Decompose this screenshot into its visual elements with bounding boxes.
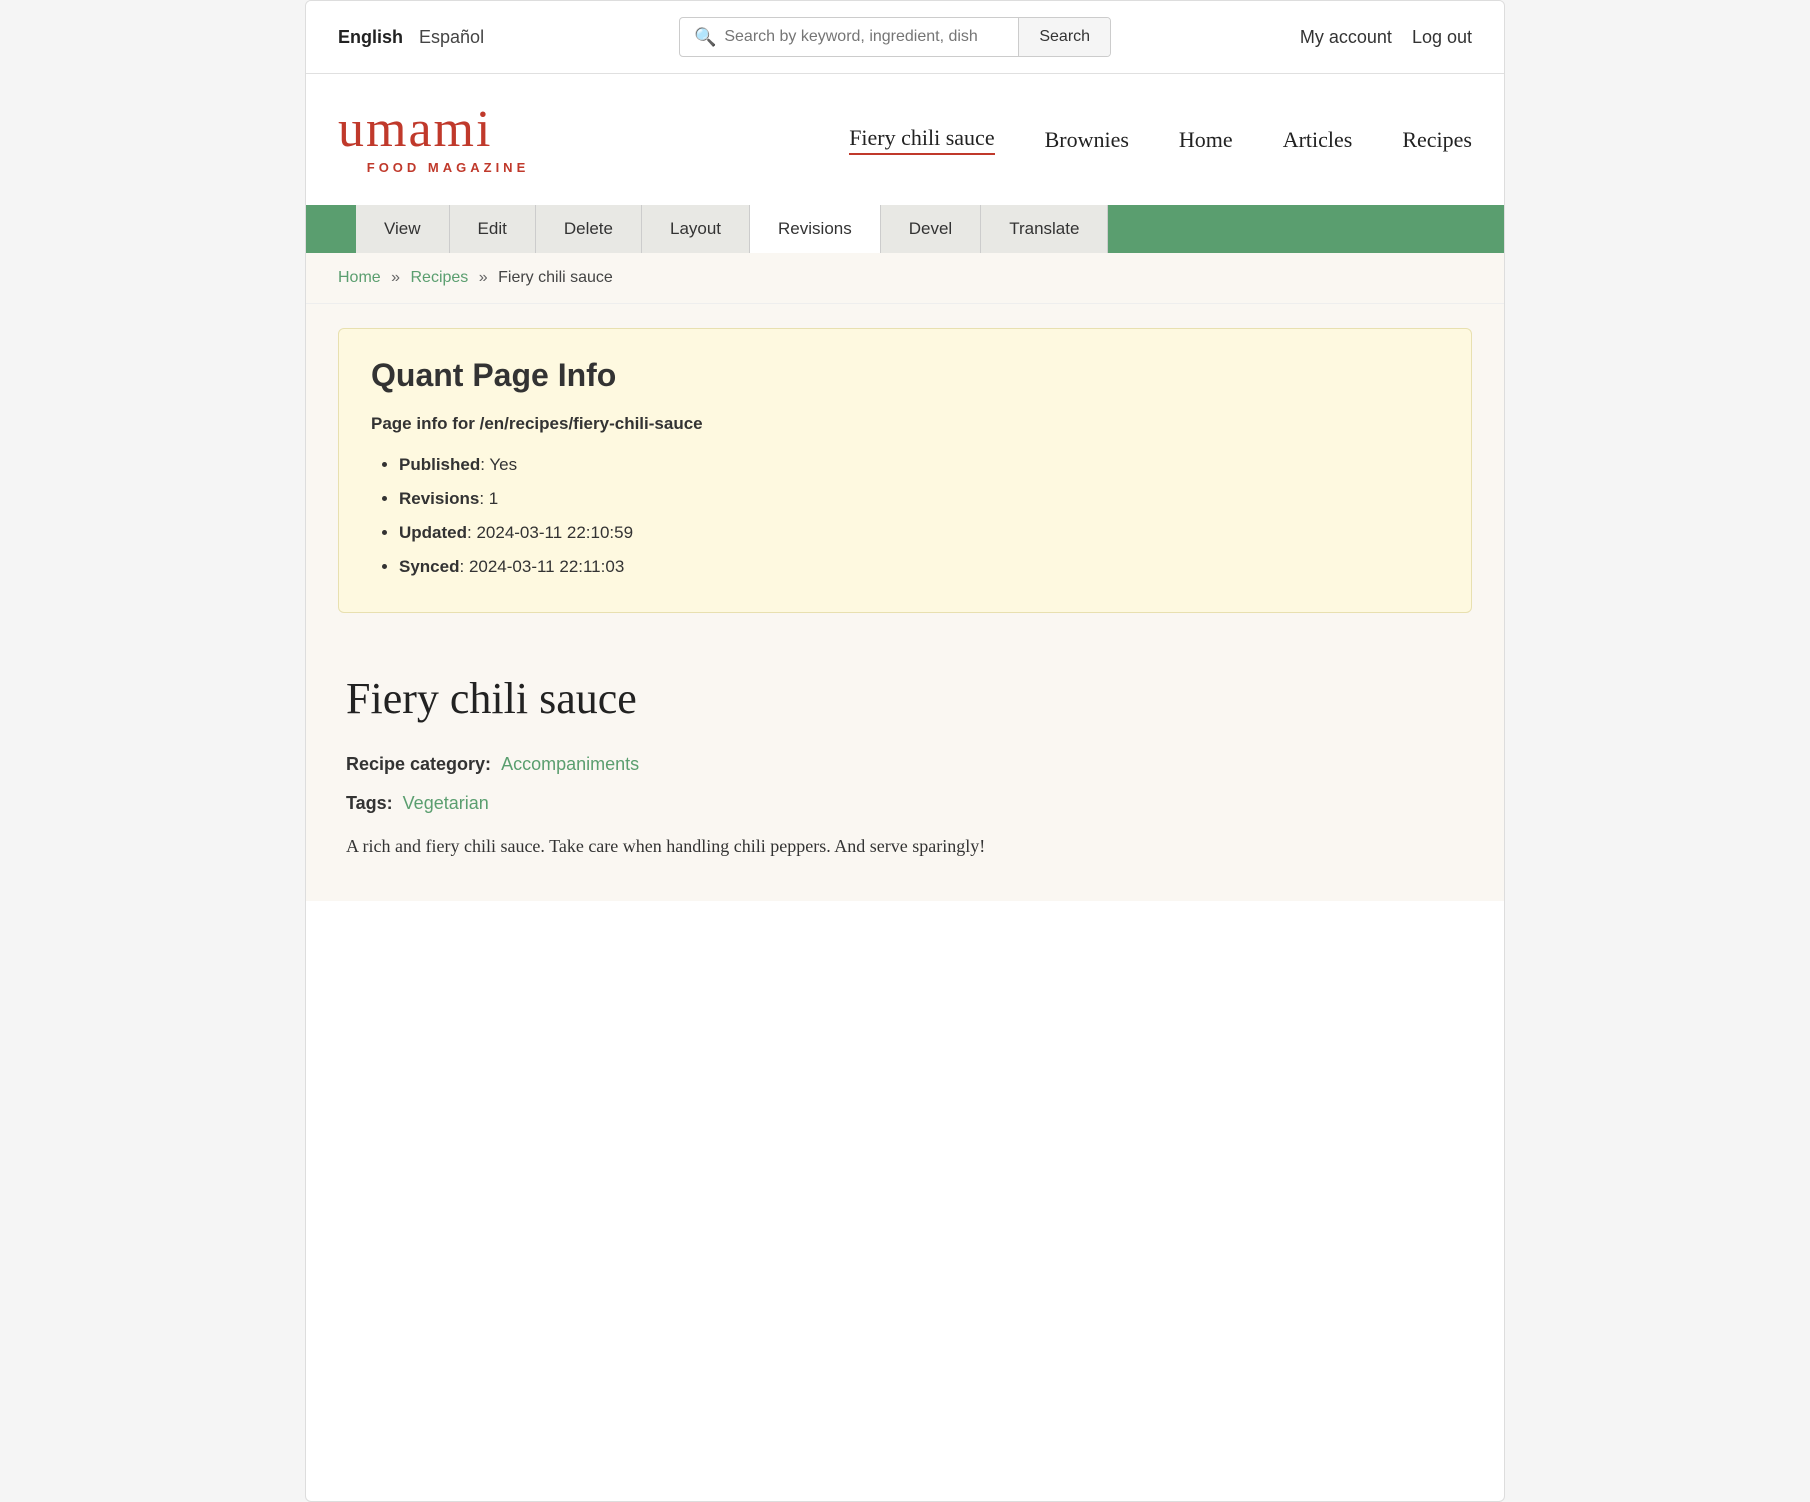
breadcrumb: Home » Recipes » Fiery chili sauce (338, 269, 1472, 287)
recipe-category-label: Recipe category: (346, 754, 491, 775)
admin-tabs-right-accent (1108, 205, 1504, 253)
admin-tab-devel[interactable]: Devel (881, 205, 981, 253)
search-button[interactable]: Search (1018, 18, 1110, 56)
page-info-revisions-label: Revisions (399, 489, 479, 508)
admin-tabs: View Edit Delete Layout Revisions Devel … (356, 205, 1108, 253)
my-account-link[interactable]: My account (1300, 27, 1392, 48)
logo-area[interactable]: umami FOOD MAGAZINE (338, 104, 558, 175)
logo-subtitle: FOOD MAGAZINE (338, 160, 558, 175)
page-info-list: Published: Yes Revisions: 1 Updated: 202… (371, 448, 1439, 584)
page-info-title: Quant Page Info (371, 357, 1439, 394)
page-info-revisions-value: 1 (489, 489, 498, 508)
search-input[interactable] (724, 28, 1004, 46)
breadcrumb-area: Home » Recipes » Fiery chili sauce (306, 253, 1504, 304)
search-form[interactable]: 🔍 Search (679, 17, 1111, 57)
page-info-updated-value: 2024-03-11 22:10:59 (476, 523, 633, 542)
page-info-box: Quant Page Info Page info for /en/recipe… (338, 328, 1472, 613)
logo-text: umami (338, 104, 558, 156)
language-switcher: English Español (338, 27, 518, 48)
breadcrumb-current: Fiery chili sauce (498, 269, 613, 286)
breadcrumb-sep-1: » (391, 269, 400, 286)
page-info-path: Page info for /en/recipes/fiery-chili-sa… (371, 414, 1439, 434)
recipe-category-link[interactable]: Accompaniments (501, 754, 639, 774)
recipe-tag-link[interactable]: Vegetarian (403, 793, 489, 813)
nav-item-home[interactable]: Home (1179, 127, 1233, 153)
admin-tab-layout[interactable]: Layout (642, 205, 750, 253)
recipe-category-value: Accompaniments (501, 754, 639, 775)
admin-tab-revisions[interactable]: Revisions (750, 205, 881, 253)
nav-item-brownies[interactable]: Brownies (1045, 127, 1129, 153)
admin-tabs-bar: View Edit Delete Layout Revisions Devel … (306, 205, 1504, 253)
search-icon: 🔍 (694, 27, 716, 48)
admin-tab-delete[interactable]: Delete (536, 205, 642, 253)
user-actions: My account Log out (1272, 27, 1472, 48)
recipe-tags-meta: Tags: Vegetarian (346, 793, 1464, 814)
admin-tab-translate[interactable]: Translate (981, 205, 1108, 253)
page-info-published-value: Yes (489, 455, 517, 474)
list-item: Published: Yes (399, 448, 1439, 482)
search-input-wrapper: 🔍 (680, 19, 1018, 56)
admin-tabs-left-accent (306, 205, 356, 253)
recipe-category-meta: Recipe category: Accompaniments (346, 754, 1464, 775)
page-info-synced-label: Synced (399, 557, 459, 576)
list-item: Updated: 2024-03-11 22:10:59 (399, 516, 1439, 550)
recipe-title: Fiery chili sauce (346, 673, 1464, 724)
admin-tab-edit[interactable]: Edit (450, 205, 536, 253)
breadcrumb-home[interactable]: Home (338, 269, 381, 286)
page-info-published-label: Published (399, 455, 480, 474)
list-item: Synced: 2024-03-11 22:11:03 (399, 550, 1439, 584)
breadcrumb-sep-2: » (479, 269, 488, 286)
page-info-updated-label: Updated (399, 523, 467, 542)
list-item: Revisions: 1 (399, 482, 1439, 516)
top-bar: English Español 🔍 Search My account Log … (306, 1, 1504, 74)
recipe-content: Fiery chili sauce Recipe category: Accom… (338, 653, 1472, 861)
page-info-synced-value: 2024-03-11 22:11:03 (469, 557, 624, 576)
recipe-description: A rich and fiery chili sauce. Take care … (346, 832, 1464, 861)
site-header: umami FOOD MAGAZINE Fiery chili sauce Br… (306, 74, 1504, 205)
breadcrumb-recipes[interactable]: Recipes (411, 269, 469, 286)
recipe-tags-label: Tags: (346, 793, 393, 814)
main-content: Quant Page Info Page info for /en/recipe… (306, 304, 1504, 901)
log-out-link[interactable]: Log out (1412, 27, 1472, 48)
admin-tab-view[interactable]: View (356, 205, 450, 253)
recipe-tags-value: Vegetarian (403, 793, 489, 814)
nav-item-fiery-chili-sauce[interactable]: Fiery chili sauce (849, 125, 994, 155)
lang-english[interactable]: English (338, 27, 403, 48)
nav-item-recipes[interactable]: Recipes (1402, 127, 1472, 153)
lang-espanol[interactable]: Español (419, 27, 484, 48)
search-area: 🔍 Search (538, 17, 1252, 57)
main-nav: Fiery chili sauce Brownies Home Articles… (598, 125, 1472, 155)
nav-item-articles[interactable]: Articles (1283, 127, 1353, 153)
